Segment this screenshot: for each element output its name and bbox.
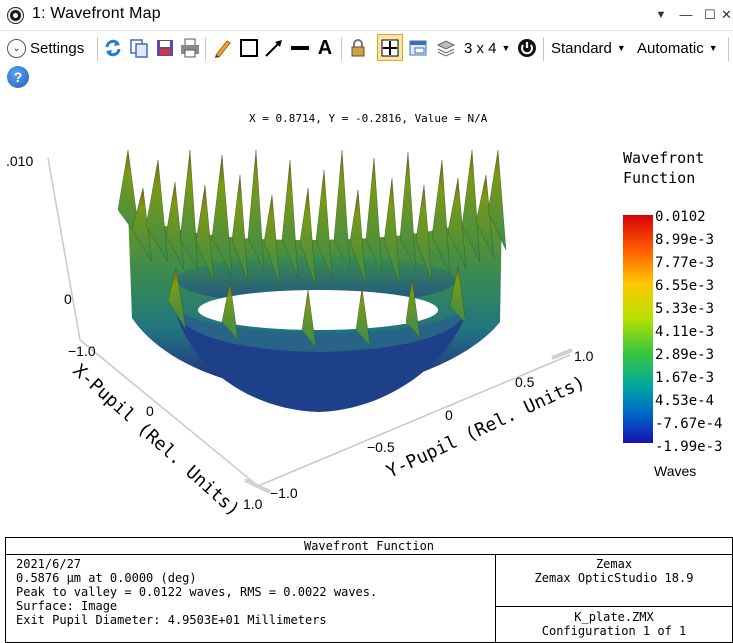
legend-colorbar [623, 215, 653, 443]
legend-title-line2: Function [623, 169, 695, 187]
info-configuration: Configuration 1 of 1 [541, 624, 687, 638]
info-pupil-diameter: Exit Pupil Diameter: 4.9503E+01 Millimet… [16, 613, 327, 627]
legend-value: 0.0102 [655, 209, 706, 225]
y-tick-label: 0 [445, 407, 453, 423]
legend-value: 6.55e-3 [655, 278, 714, 294]
legend-value: 7.77e-3 [655, 255, 714, 271]
x-tick-label: 1.0 [243, 496, 263, 512]
info-divider [495, 606, 732, 607]
x-tick-label: −1.0 [68, 343, 96, 359]
legend-value: 5.33e-3 [655, 301, 714, 317]
info-date: 2021/6/27 [16, 557, 82, 571]
legend-value: 2.89e-3 [655, 347, 714, 363]
info-wavelength: 0.5876 µm at 0.0000 (deg) [16, 571, 197, 585]
info-surface: Surface: Image [16, 599, 118, 613]
y-tick-label: 0.5 [515, 374, 535, 390]
info-vendor: Zemax [595, 557, 633, 571]
z-tick-label: .010 [6, 153, 33, 169]
y-tick-label: −1.0 [270, 485, 298, 501]
info-pv-rms: Peak to valley = 0.0122 waves, RMS = 0.0… [16, 585, 378, 599]
x-axis-label: X-Pupil (Rel. Units) [69, 360, 244, 521]
y-tick-label: −0.5 [367, 439, 395, 455]
info-file: K_plate.ZMX [574, 610, 654, 624]
legend-title: Wavefront [623, 149, 704, 167]
legend-value: 4.53e-4 [655, 393, 714, 409]
legend-value: 8.99e-3 [655, 232, 714, 248]
legend-units: Waves [654, 463, 696, 479]
info-product: Zemax OpticStudio 18.9 [534, 571, 694, 585]
y-axis-label: Y-Pupil (Rel. Units) [383, 372, 588, 483]
legend-value: -1.99e-3 [655, 439, 722, 455]
legend-value: -7.67e-4 [655, 416, 722, 432]
legend-value: 1.67e-3 [655, 370, 714, 386]
y-tick-label: 1.0 [574, 348, 594, 364]
info-vendor-block: Zemax Zemax OpticStudio 18.9 [496, 557, 732, 585]
legend-value: 4.11e-3 [655, 324, 714, 340]
info-title: Wavefront Function [6, 538, 732, 555]
info-panel: Wavefront Function 2021/6/27 0.5876 µm a… [5, 537, 733, 643]
z-tick-label: 0 [64, 291, 72, 307]
info-file-block: K_plate.ZMX Configuration 1 of 1 [496, 610, 732, 638]
info-details: 2021/6/27 0.5876 µm at 0.0000 (deg) Peak… [16, 557, 377, 627]
x-tick-label: 0 [146, 403, 154, 419]
